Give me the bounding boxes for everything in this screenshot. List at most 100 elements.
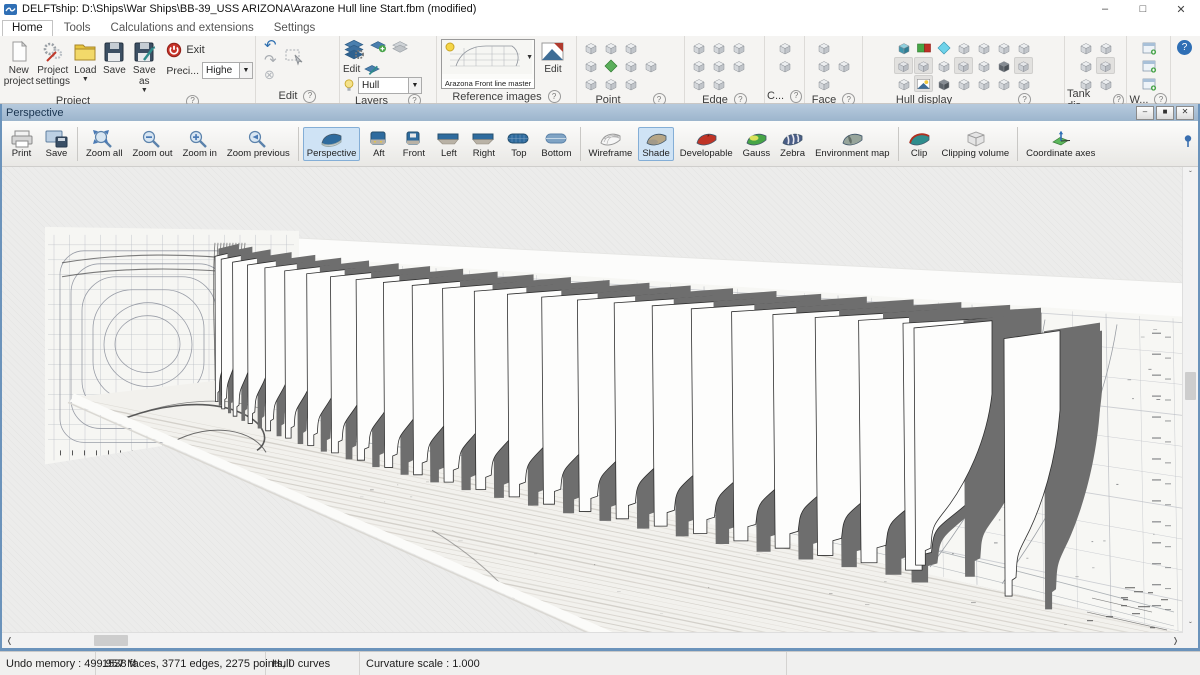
scroll-right-arrow[interactable]: ❭ xyxy=(1168,633,1183,648)
face-tool-icon-1-0[interactable] xyxy=(814,57,833,74)
hull-display-tool-icon-2-4[interactable] xyxy=(974,75,993,92)
reference-image-dropdown-arrow[interactable]: ▼ xyxy=(526,54,533,61)
face-tool-icon-2-0[interactable] xyxy=(814,75,833,92)
project-settings-button[interactable]: Project settings xyxy=(36,38,70,87)
view-button-coordinate-axes[interactable]: Coordinate axes xyxy=(1022,127,1099,161)
point-tool-icon-1-1[interactable] xyxy=(601,57,620,74)
hull-display-tool-icon-0-0[interactable] xyxy=(894,39,913,56)
scroll-left-arrow[interactable]: ❬ xyxy=(2,633,17,648)
view-button-shade[interactable]: Shade xyxy=(638,127,673,161)
view-button-clipping-volume[interactable]: Clipping volume xyxy=(938,127,1014,161)
edge-tool-icon-1-2[interactable] xyxy=(729,57,748,74)
edit-reference-image-button[interactable]: Edit xyxy=(537,38,569,77)
hull-display-tool-icon-0-1[interactable] xyxy=(914,39,933,56)
view-button-aft[interactable]: Aft xyxy=(362,127,395,161)
toolbar-pushpin-icon[interactable] xyxy=(1182,134,1194,153)
active-layer-select[interactable]: Hull ▼ xyxy=(358,77,422,94)
hull-display-tool-icon-0-4[interactable] xyxy=(974,39,993,56)
point-tool-icon-2-2[interactable] xyxy=(621,75,640,92)
tab-calculations-and-extensions[interactable]: Calculations and extensions xyxy=(102,21,263,36)
hull-display-tool-icon-1-2[interactable] xyxy=(934,57,953,74)
reference-images-help-icon[interactable]: ? xyxy=(548,90,561,103)
save-as-button[interactable]: Save as ▼ xyxy=(128,38,160,95)
view-button-top[interactable]: Top xyxy=(502,127,535,161)
exit-button[interactable]: Exit xyxy=(166,42,253,58)
edge-tool-icon-0-0[interactable] xyxy=(689,39,708,56)
close-button[interactable]: ✕ xyxy=(1162,0,1200,18)
layer-visibility-bulb-icon[interactable] xyxy=(342,78,356,93)
view-button-wireframe[interactable]: Wireframe xyxy=(585,127,637,161)
scroll-up-arrow[interactable]: ˇ︎ xyxy=(1183,167,1198,182)
edge-tool-icon-0-1[interactable] xyxy=(709,39,728,56)
redo-icon[interactable]: ↷ xyxy=(264,53,277,68)
point-tool-icon-0-1[interactable] xyxy=(601,39,620,56)
view-button-print[interactable]: Print xyxy=(5,127,38,161)
point-tool-icon-1-2[interactable] xyxy=(621,57,640,74)
tank-display-tool-icon-1-0[interactable] xyxy=(1076,57,1095,74)
hull-display-tool-icon-1-1[interactable] xyxy=(914,57,933,74)
hull-display-tool-icon-1-5[interactable] xyxy=(994,57,1013,74)
hull-display-tool-icon-0-6[interactable] xyxy=(1014,39,1033,56)
hull-display-tool-icon-2-5[interactable] xyxy=(994,75,1013,92)
point-tool-icon-0-0[interactable] xyxy=(581,39,600,56)
point-tool-icon-1-0[interactable] xyxy=(581,57,600,74)
layers-edit-icon[interactable] xyxy=(342,38,366,60)
perspective-close-button[interactable]: ✕ xyxy=(1176,106,1194,120)
edge-tool-icon-2-1[interactable] xyxy=(709,75,728,92)
hull-display-tool-icon-1-3[interactable] xyxy=(954,57,973,74)
reference-image-selector[interactable]: ▼ Arazona Front line master xyxy=(441,39,535,89)
hull-display-tool-icon-1-4[interactable] xyxy=(974,57,993,74)
precision-dropdown-arrow[interactable]: ▼ xyxy=(239,63,252,78)
windows-group-tool-icon-2-0[interactable] xyxy=(1139,75,1158,92)
tank-display-tool-icon-0-1[interactable] xyxy=(1096,39,1115,56)
hull-display-tool-icon-2-3[interactable] xyxy=(954,75,973,92)
view-button-bottom[interactable]: Bottom xyxy=(537,127,575,161)
hull-display-tool-icon-2-2[interactable] xyxy=(934,75,953,92)
curve-tool-icon-1-0[interactable] xyxy=(775,57,794,74)
edge-tool-icon-1-1[interactable] xyxy=(709,57,728,74)
new-project-button[interactable]: New project xyxy=(2,38,36,87)
view-button-zoom-previous[interactable]: Zoom previous xyxy=(223,127,294,161)
load-button[interactable]: Load ▼ xyxy=(70,38,101,84)
maximize-button[interactable]: □ xyxy=(1124,0,1162,18)
perspective-maximize-button[interactable]: ■ xyxy=(1156,106,1174,120)
hull-display-tool-icon-0-3[interactable] xyxy=(954,39,973,56)
edit-help-icon[interactable]: ? xyxy=(303,90,316,103)
hull-display-tool-icon-1-6[interactable] xyxy=(1014,57,1033,74)
point-tool-icon-0-2[interactable] xyxy=(621,39,640,56)
windows-group-tool-icon-1-0[interactable] xyxy=(1139,57,1158,74)
viewport-canvas[interactable] xyxy=(2,167,1183,633)
vertical-scrollbar[interactable]: ˇ︎ ˇ xyxy=(1182,167,1198,633)
minimize-button[interactable]: – xyxy=(1086,0,1124,18)
horizontal-scrollbar[interactable]: ❬ ❭ xyxy=(2,632,1183,648)
edge-tool-icon-2-0[interactable] xyxy=(689,75,708,92)
face-tool-icon-1-1[interactable] xyxy=(834,57,853,74)
view-button-developable[interactable]: Developable xyxy=(676,127,737,161)
hull-display-tool-icon-2-0[interactable] xyxy=(894,75,913,92)
save-button[interactable]: Save xyxy=(101,38,129,76)
add-layer-icon[interactable] xyxy=(368,38,388,54)
tank-display-tool-icon-1-1[interactable] xyxy=(1096,57,1115,74)
edge-tool-icon-0-2[interactable] xyxy=(729,39,748,56)
undo-icon[interactable]: ↶ xyxy=(264,38,277,53)
delete-icon[interactable]: ⊗ xyxy=(264,68,277,81)
view-button-front[interactable]: Front xyxy=(397,127,430,161)
hull-display-tool-icon-1-0[interactable] xyxy=(894,57,913,74)
view-button-zoom-out[interactable]: Zoom out xyxy=(128,127,176,161)
curve-help-icon[interactable]: ? xyxy=(790,90,802,103)
face-tool-icon-0-0[interactable] xyxy=(814,39,833,56)
view-button-environment-map[interactable]: Environment map xyxy=(811,127,893,161)
view-button-zebra[interactable]: Zebra xyxy=(776,127,809,161)
view-button-zoom-all[interactable]: Zoom all xyxy=(82,127,126,161)
save-as-dropdown-arrow[interactable]: ▼ xyxy=(141,87,148,95)
point-tool-icon-2-0[interactable] xyxy=(581,75,600,92)
layer-dropdown-arrow[interactable]: ▼ xyxy=(408,78,421,93)
hide-layer-icon[interactable] xyxy=(390,38,410,54)
precision-select[interactable]: Highe ▼ xyxy=(202,62,253,79)
horizontal-scroll-thumb[interactable] xyxy=(94,635,128,646)
view-button-zoom-in[interactable]: Zoom in xyxy=(179,127,221,161)
perspective-window-titlebar[interactable]: Perspective – ■ ✕ xyxy=(2,104,1198,121)
hull-display-tool-icon-2-6[interactable] xyxy=(1014,75,1033,92)
perspective-minimize-button[interactable]: – xyxy=(1136,106,1154,120)
tank-display-tool-icon-0-0[interactable] xyxy=(1076,39,1095,56)
